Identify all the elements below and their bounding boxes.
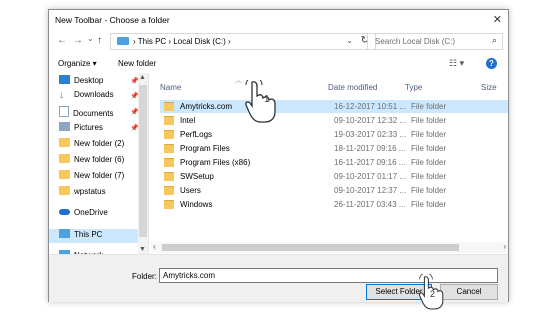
folder-icon: [59, 138, 70, 147]
documents-icon: [59, 106, 69, 117]
address-row: ← → ⌄ ↑ › This PC › Local Disk (C:) › ⌄ …: [49, 33, 508, 51]
table-row[interactable]: PerfLogs 19-03-2017 02:33 ... File folde…: [160, 128, 508, 141]
folder-icon: [164, 200, 174, 209]
cloud-icon: [59, 209, 70, 215]
horizontal-scrollbar[interactable]: ‹ ›: [151, 242, 508, 253]
search-placeholder: Search Local Disk (C:): [375, 37, 456, 46]
view-options-icon[interactable]: ☷ ▾: [449, 58, 464, 69]
column-header-date[interactable]: Date modified: [328, 83, 377, 92]
folder-label: Folder:: [132, 272, 157, 281]
scrollbar-thumb[interactable]: [162, 244, 459, 251]
recent-locations-icon[interactable]: ⌄: [87, 34, 94, 43]
scrollbar-thumb[interactable]: [139, 85, 147, 237]
address-bar[interactable]: › This PC › Local Disk (C:) › ⌄ ↻: [110, 33, 376, 50]
column-header-name[interactable]: Name: [160, 83, 181, 92]
step-1-label: 1: [264, 94, 270, 105]
sort-ascending-icon: ︿: [235, 77, 242, 84]
breadcrumb[interactable]: › This PC › Local Disk (C:) ›: [133, 37, 231, 46]
file-list: ︿ Name Date modified Type Size Amytricks…: [151, 73, 508, 254]
search-icon[interactable]: ⌕: [492, 35, 497, 46]
help-icon[interactable]: ?: [486, 58, 497, 69]
command-bar: Organize ▾ New folder ☷ ▾ ?: [49, 55, 508, 73]
close-icon[interactable]: ✕: [493, 13, 502, 26]
forward-arrow-icon[interactable]: →: [73, 35, 83, 46]
folder-icon: [164, 116, 174, 125]
column-header-size[interactable]: Size: [481, 83, 497, 92]
new-folder-button[interactable]: New folder: [118, 59, 156, 68]
table-row[interactable]: Users 09-10-2017 12:37 ... File folder: [160, 184, 508, 197]
sidebar-item-onedrive[interactable]: OneDrive: [59, 208, 108, 222]
up-arrow-icon[interactable]: ↑: [97, 35, 102, 46]
table-row[interactable]: Program Files 18-11-2017 09:16 ... File …: [160, 142, 508, 155]
navigation-scrollbar[interactable]: ▲ ▼: [138, 73, 148, 254]
address-dropdown-icon[interactable]: ⌄: [346, 36, 353, 45]
choose-folder-dialog: New Toolbar - Choose a folder ✕ ← → ⌄ ↑ …: [48, 9, 509, 302]
navigation-pane: Desktop 📌 ↓ Downloads 📌 Documents 📌 Pictu…: [49, 73, 149, 260]
folder-icon: [59, 170, 70, 179]
sidebar-item-this-pc[interactable]: This PC: [49, 229, 138, 243]
folder-icon: [164, 158, 174, 167]
pictures-icon: [59, 122, 70, 131]
desktop-icon: [59, 75, 70, 84]
title-bar: New Toolbar - Choose a folder ✕: [49, 10, 508, 29]
back-arrow-icon[interactable]: ←: [57, 35, 67, 46]
sidebar-item-wpstatus[interactable]: wpstatus: [59, 186, 106, 200]
column-header-type[interactable]: Type: [405, 83, 422, 92]
scroll-left-icon[interactable]: ‹: [153, 242, 156, 251]
step-2-label: 2: [430, 289, 436, 299]
organize-button[interactable]: Organize ▾: [58, 59, 97, 68]
sidebar-item-documents[interactable]: Documents: [59, 106, 113, 120]
search-input[interactable]: Search Local Disk (C:) ⌕: [367, 33, 503, 50]
scroll-down-icon[interactable]: ▼: [139, 246, 146, 253]
sidebar-item-new-folder-2[interactable]: New folder (2): [59, 138, 124, 152]
computer-icon: [59, 229, 70, 238]
sidebar-item-pictures[interactable]: Pictures: [59, 122, 103, 136]
table-row[interactable]: Intel 09-10-2017 12:32 ... File folder: [160, 114, 508, 127]
scroll-right-icon[interactable]: ›: [503, 242, 506, 251]
sidebar-item-desktop[interactable]: Desktop: [59, 75, 103, 89]
table-row[interactable]: SWSetup 09-10-2017 01:17 ... File folder: [160, 170, 508, 183]
folder-icon: [164, 130, 174, 139]
folder-icon: [59, 186, 70, 195]
folder-icon: [164, 144, 174, 153]
table-row[interactable]: Amytricks.com 16-12-2017 10:51 ... File …: [160, 100, 508, 113]
sidebar-item-new-folder-7[interactable]: New folder (7): [59, 170, 124, 184]
table-row[interactable]: Windows 26-11-2017 03:43 ... File folder: [160, 198, 508, 211]
folder-icon: [164, 102, 174, 111]
sidebar-item-new-folder-6[interactable]: New folder (6): [59, 154, 124, 168]
folder-icon: [164, 186, 174, 195]
folder-icon: [59, 154, 70, 163]
scroll-up-icon[interactable]: ▲: [139, 74, 146, 81]
download-icon: ↓: [59, 90, 64, 101]
window-title: New Toolbar - Choose a folder: [55, 15, 170, 25]
this-pc-icon: [117, 37, 129, 45]
folder-icon: [164, 172, 174, 181]
table-row[interactable]: Program Files (x86) 16-11-2017 09:16 ...…: [160, 156, 508, 169]
sidebar-item-downloads[interactable]: ↓ Downloads: [59, 90, 114, 104]
